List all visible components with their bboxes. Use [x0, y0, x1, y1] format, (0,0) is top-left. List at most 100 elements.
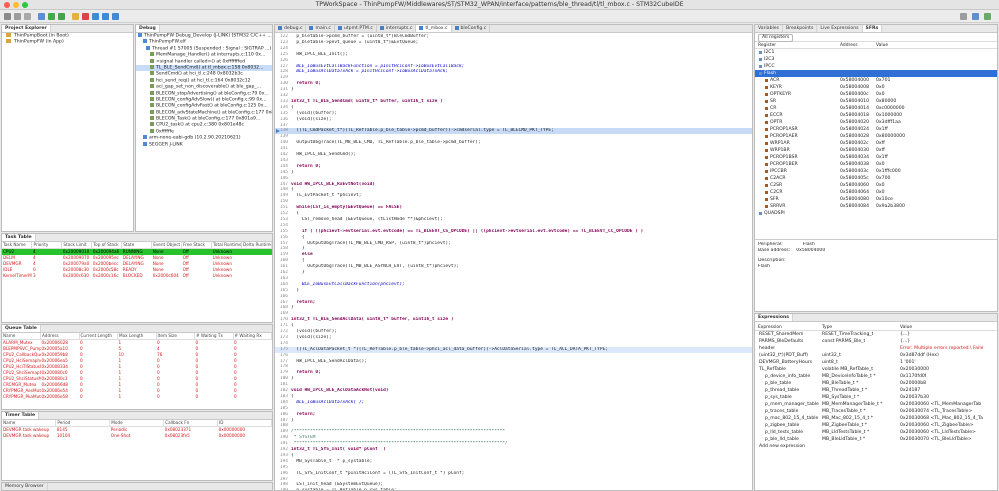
register-row[interactable]: SFR 0x58004080 0x10ce — [755, 196, 997, 203]
resume-icon[interactable] — [72, 13, 79, 20]
tab-expressions[interactable]: Expressions — [755, 314, 793, 321]
register-row[interactable]: WRP1BR 0x58004030 0xff — [755, 147, 997, 154]
register-row[interactable]: I2C3 — [755, 56, 997, 63]
expression-row[interactable]: TL_RefTable volatile MB_RefTable_t 0x20030… — [755, 366, 997, 373]
detail-peripheral-label: Peripheral: — [758, 242, 783, 247]
register-row[interactable]: CR 0x58004014 0xc0000000 — [755, 105, 997, 112]
expression-row[interactable]: (uint32_t*)(PDT_Buff) uint32_t 0x3d87ddf (… — [755, 352, 997, 359]
register-row[interactable]: ACR 0x58004000 0x701 — [755, 77, 997, 84]
editor-tab[interactable]: debug.c — [275, 25, 307, 32]
register-row[interactable]: PCROP1AER 0x58004028 0x80000000 — [755, 133, 997, 140]
debug-icon[interactable] — [48, 13, 55, 20]
timer_table-row[interactable]: DEVMGR task wakeup 10104 One-Shot 0x08023fe… — [2, 433, 272, 439]
expression-row[interactable]: p_traces_table MB_TracesTable_t * 0x200300… — [755, 408, 997, 415]
debug-perspective-icon[interactable] — [984, 13, 991, 20]
project-item[interactable]: ThinPumpFW (in App) — [2, 39, 133, 45]
all-registers-button[interactable]: All registers — [758, 34, 794, 42]
register-row[interactable]: KEYR 0x58004008 0x0 — [755, 84, 997, 91]
register-row[interactable]: QUADSPI — [755, 210, 997, 217]
task_table-header[interactable]: Top of Stack — [91, 242, 123, 249]
expression-row[interactable]: p_sys_table MB_SysTable_t * 0x20037b30 — [755, 394, 997, 401]
register-row[interactable]: WRP1AR 0x5800402c 0xff — [755, 140, 997, 147]
tab-project-explorer[interactable]: Project Explorer — [2, 25, 51, 32]
code-area[interactable]: 122 p_bletable->pcmd_buffer = (uint8_t*)… — [275, 34, 752, 490]
register-row[interactable]: PCROP1BSR 0x58004034 0x1ff — [755, 154, 997, 161]
debug-stack-item[interactable]: BLECON_stopAdvertising() at bleConfig.c:… — [136, 90, 272, 97]
expression-row[interactable]: p_lld_tests_table MB_LldTestsTable_t * 0x2… — [755, 429, 997, 436]
save-all-icon[interactable] — [24, 13, 31, 20]
perspective-icon[interactable] — [972, 13, 979, 20]
expression-row[interactable]: PARMS_BleDefaults const PARMS_Ble_t {...} — [755, 338, 997, 345]
tab-breakpoints[interactable]: Breakpoints — [783, 25, 818, 32]
task_table-cell: 0x2000c630 — [62, 273, 89, 278]
editor-tab[interactable]: tl_mbox.c — [416, 25, 452, 32]
code-text: { — [301, 258, 305, 264]
expression-value: {...} — [900, 339, 911, 344]
expression-row[interactable]: p_mac_802_15_4_table MB_Mac_802_15_4_t * 0… — [755, 415, 997, 422]
debug-stack-item[interactable]: aci_gap_set_non_discoverable() at ble_ga… — [136, 84, 272, 90]
step-over-icon[interactable] — [102, 13, 109, 20]
peripheral-icon — [759, 65, 762, 68]
register-row[interactable]: Flash — [755, 70, 997, 77]
debug-stack-item[interactable]: BLECON_configAdvFast() at bleConfig.c:12… — [136, 103, 272, 109]
search-icon[interactable] — [960, 13, 967, 20]
terminate-icon[interactable] — [82, 13, 89, 20]
step-return-icon[interactable] — [112, 13, 119, 20]
c-file-icon — [309, 25, 314, 30]
debug-stack-item[interactable]: MemManage_Handler() at interrupts.c:110 … — [136, 52, 272, 58]
debug-stack-label: CPU2_task() at cpu2.c:380 0x801e48c — [156, 122, 244, 128]
tab-timer-table[interactable]: Timer Table — [2, 412, 40, 419]
tab-debug[interactable]: Debug — [136, 25, 160, 32]
task_table-header[interactable]: Delta Runtime — [241, 242, 272, 249]
register-row[interactable]: ECCR 0x58004018 0x1000000 — [755, 112, 997, 119]
register-row[interactable]: I2C1 — [755, 49, 997, 56]
expression-row[interactable]: p_thread_table MB_ThreadTable_t * 0x24187 — [755, 387, 997, 394]
register-row[interactable]: IPCCBR 0x5800403c 0x1fffc000 — [755, 168, 997, 175]
tab-variables[interactable]: Variables — [755, 25, 783, 32]
expression-row[interactable]: DEVMGR_BatteryHours uint8_t 1 '001' — [755, 359, 997, 366]
register-address: 0x58004020 — [840, 120, 870, 125]
register-icon — [765, 79, 768, 82]
register-row[interactable]: IPCC — [755, 63, 997, 70]
task_table-header[interactable]: Event Object — [151, 242, 183, 249]
new-icon[interactable] — [4, 13, 11, 20]
editor-tab[interactable]: utpmt.PTM.c — [335, 25, 377, 32]
tab-live-expressions[interactable]: Live Expressions — [817, 25, 863, 32]
save-icon[interactable] — [14, 13, 21, 20]
expression-row[interactable]: p_zigbee_table MB_ZigbeeTable_t * 0x200300… — [755, 422, 997, 429]
tab-memory-browser[interactable]: Memory Browser — [2, 483, 48, 490]
debug-stack-label: MemManage_Handler() at interrupts.c:110 … — [156, 52, 266, 58]
editor-tab[interactable]: interrupts.c — [377, 25, 417, 32]
expression-row[interactable]: p_mem_manager_table MB_MemManagerTable_t … — [755, 401, 997, 408]
task_table-row[interactable]: KernelTimerMgr3 0x2000c6300x2000c16cBLOCK… — [2, 273, 272, 279]
col-type: Type — [822, 325, 833, 330]
expression-row[interactable]: Add new expression — [755, 443, 997, 450]
register-row[interactable]: OPTKEYR 0x5800400c 0x0 — [755, 91, 997, 98]
register-row[interactable]: C2ACR 0x5800405c 0x700 — [755, 175, 997, 182]
editor-tab[interactable]: bleConfig.c — [452, 25, 491, 32]
editor-tab[interactable]: main.c — [306, 25, 335, 32]
register-row[interactable]: C2CR 0x58004064 0x0 — [755, 189, 997, 196]
expression-row[interactable]: p_ble_table MB_BleTable_t * 0x20000b8 — [755, 380, 997, 387]
step-into-icon[interactable] — [92, 13, 99, 20]
tab-sfrs[interactable]: SFRs — [862, 25, 883, 32]
expression-row[interactable]: p_ble_lld_table MB_BleLldTable_t * 0x20030… — [755, 436, 997, 443]
register-row[interactable]: C2SR 0x58004060 0x0 — [755, 182, 997, 189]
register-address: 0x58004060 — [840, 183, 870, 188]
register-row[interactable]: PCROP1BER 0x58004038 0x0 — [755, 161, 997, 168]
register-row[interactable]: PCROP1ASR 0x58004024 0x1ff — [755, 126, 997, 133]
queue_table-row[interactable]: CRYPMGR_PkaMutex0x20006e58 0 1 0 0 0 — [2, 394, 272, 400]
build-icon[interactable] — [38, 13, 45, 20]
tab-queue-table[interactable]: Queue Table — [2, 325, 41, 332]
expression-row[interactable]: p_device_info_table MB_DeviceInfoTable_t … — [755, 373, 997, 380]
task_table-header[interactable]: Total Runtime — [211, 242, 242, 249]
tab-task-table[interactable]: Task Table — [2, 234, 36, 241]
debug-stack-item[interactable]: SEGGER J-LINK — [136, 141, 272, 148]
register-row[interactable]: SR 0x58004010 0x80000 — [755, 98, 997, 105]
expression-row[interactable]: RESET_SharedMem RESET_TimeTracking_t {...} — [755, 331, 997, 338]
run-icon[interactable] — [58, 13, 65, 20]
register-row[interactable]: OPTR 0x58004020 0x3dfff1aa — [755, 119, 997, 126]
expression-row[interactable]: header Error: Multiple errors reported.\ … — [755, 345, 997, 352]
queue_table-header[interactable]: Current Length — [79, 333, 118, 340]
register-row[interactable]: SRRVR 0x58004084 0x9a2b3800 — [755, 203, 997, 210]
